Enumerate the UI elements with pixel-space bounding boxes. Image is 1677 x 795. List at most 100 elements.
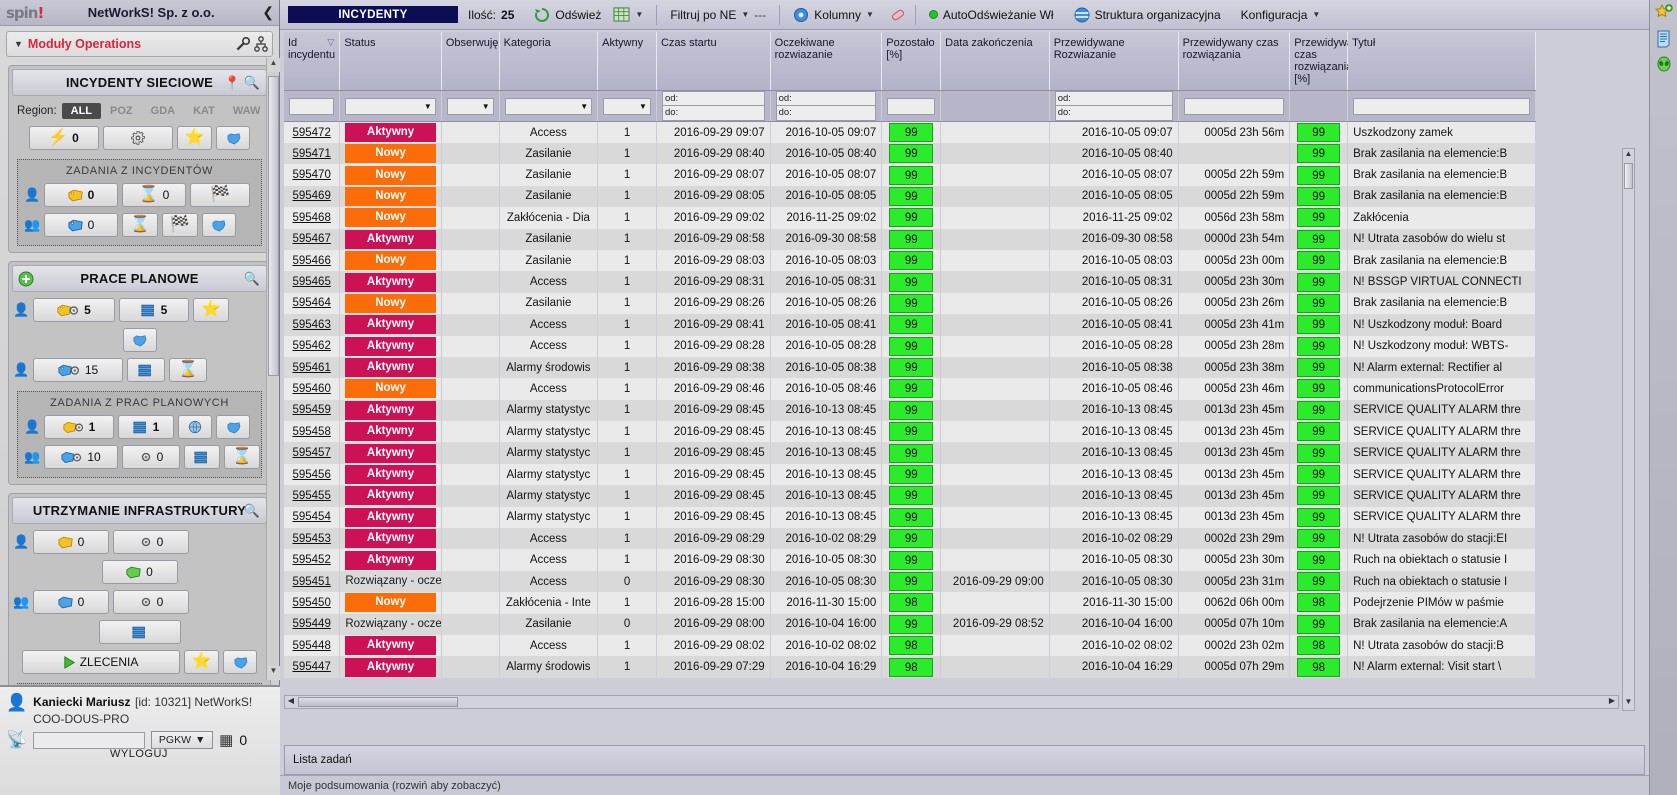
config-button[interactable]: Konfiguracja ▼ (1231, 8, 1331, 22)
region-tab-gda[interactable]: GDA (141, 103, 185, 119)
incident-id-link[interactable]: 595464 (292, 297, 330, 309)
table-row[interactable]: 595460 Nowy Access 1 2016-09-29 08:46 2016-10… (284, 378, 1536, 400)
table-row[interactable]: 595470 Nowy Zasilanie 1 2016-09-29 08:07 2016… (284, 164, 1536, 186)
incident-id-link[interactable]: 595447 (292, 661, 330, 673)
table-icon[interactable]: ▦ (219, 731, 233, 749)
incident-id-link[interactable]: 595468 (292, 212, 330, 224)
btn-infra-map[interactable] (223, 650, 258, 674)
scroll-thumb[interactable] (1624, 163, 1633, 189)
column-header-przew_pct[interactable]: Przewidywany czas rozwiązania [%] (1289, 32, 1365, 91)
btn-subprace-map[interactable] (216, 415, 250, 439)
btn-task-yellow-tag[interactable]: 0 (44, 183, 118, 207)
table-row[interactable]: 595466 Nowy Zasilanie 1 2016-09-29 08:03 2016… (284, 249, 1536, 272)
btn-incidents-map[interactable] (216, 126, 251, 150)
column-header-obs[interactable]: Obserwuję (441, 32, 500, 91)
btn-incidents-lightning[interactable]: ⚡ 0 (28, 126, 99, 150)
column-header-czas_startu[interactable]: Czas startu (656, 32, 771, 91)
cell-id[interactable]: 595468 (284, 207, 340, 229)
btn-zlecenia[interactable]: ZLECENIA (21, 650, 180, 674)
panel-header-prace[interactable]: PRACE PLANOWE 🔍 (12, 265, 267, 292)
scroll-up-arrow-icon[interactable]: ▲ (1623, 149, 1634, 162)
incident-id-link[interactable]: 595455 (292, 490, 330, 502)
column-header-status[interactable]: Status (339, 32, 442, 91)
cell-id[interactable]: 595449 (284, 613, 340, 635)
btn-task-hourglass[interactable]: ⌛ 0 (122, 183, 186, 207)
incident-id-link[interactable]: 595454 (292, 511, 330, 523)
table-row[interactable]: 595462 Aktywny Access 1 2016-09-29 08:28 2016… (284, 335, 1536, 357)
cell-id[interactable]: 595462 (284, 335, 340, 357)
map-pin-icon[interactable]: 📍 (224, 75, 240, 90)
table-row[interactable]: 595453 Aktywny Access 1 2016-09-29 08:29 2016… (284, 528, 1536, 550)
magnifier-icon[interactable]: 🔍 (244, 75, 260, 90)
btn-prace-map[interactable] (122, 328, 157, 352)
btn-prace-stack[interactable]: 5 (119, 298, 189, 322)
filter-input-pozostalo[interactable] (887, 97, 936, 115)
cell-id[interactable]: 595464 (284, 292, 340, 315)
incident-id-link[interactable]: 595460 (292, 383, 330, 395)
sidebar-collapse-icon[interactable]: ❮ (262, 4, 274, 21)
btn-infra-blue-tag[interactable]: 0 (33, 590, 109, 614)
btn-subprace-stack2[interactable] (184, 445, 220, 469)
sitemap-icon[interactable] (254, 36, 268, 52)
cell-id[interactable]: 595465 (284, 271, 340, 293)
refresh-button[interactable]: Odśwież (524, 7, 611, 23)
magnifier-icon[interactable]: 🔍 (244, 503, 260, 519)
scroll-left-arrow-icon[interactable]: ◀ (285, 696, 297, 708)
column-header-przew_rozw[interactable]: Przewidywane Rozwiazanie (1049, 32, 1179, 91)
table-row[interactable]: 595471 Nowy Zasilanie 1 2016-09-29 08:40 2016… (284, 143, 1536, 165)
table-horizontal-scrollbar[interactable]: ◀ ▶ (284, 695, 1619, 709)
btn-subprace-hourglass[interactable]: ⌛ (224, 445, 260, 469)
btn-infra-stack[interactable] (98, 620, 181, 644)
tasklist-bar[interactable]: Lista zadań (284, 745, 1645, 775)
panel-header-incydenty[interactable]: INCYDENTY SIECIOWE 📍 🔍 (12, 69, 267, 96)
column-header-aktywny[interactable]: Aktywny (597, 32, 657, 91)
modules-selector[interactable]: ▼ Moduły Operations ⟳ (6, 31, 298, 57)
column-header-pozostalo[interactable]: Pozostało [%] (881, 32, 942, 91)
table-row[interactable]: 595463 Aktywny Access 1 2016-09-29 08:41 2016… (284, 314, 1536, 336)
star-add-icon[interactable] (1654, 4, 1673, 22)
btn-subprace-stack[interactable]: 1 (118, 415, 174, 439)
btn-subprace-globe[interactable] (178, 415, 212, 439)
cell-id[interactable]: 595457 (284, 442, 340, 464)
table-row[interactable]: 595472 Aktywny Access 1 2016-09-29 09:07 2016… (284, 121, 1536, 143)
table-row[interactable]: 595464 Nowy Zasilanie 1 2016-09-29 08:26 2016… (284, 292, 1536, 315)
filter-range-from[interactable]: od: (775, 91, 877, 106)
cell-id[interactable]: 595461 (284, 356, 340, 379)
autorefresh-toggle[interactable]: AutoOdświeżanie Wł (919, 8, 1064, 22)
cell-id[interactable]: 595453 (284, 528, 340, 550)
cell-id[interactable]: 595471 (284, 143, 340, 165)
incident-id-link[interactable]: 595458 (292, 426, 330, 438)
column-header-id[interactable]: Id incydentu ▽ (284, 32, 341, 91)
pill-button[interactable] (884, 7, 912, 23)
btn-incidents-favorite[interactable]: ⭐ (176, 126, 213, 150)
org-structure-button[interactable]: Struktura organizacyjna (1064, 7, 1231, 23)
filter-input-tytul[interactable] (1353, 97, 1530, 115)
btn-group-blue-tag[interactable]: 0 (44, 213, 118, 237)
filter-range-from[interactable]: od: (1054, 91, 1173, 106)
table-row[interactable]: 595457 Aktywny Alarmy statystyc 1 2016-09-29… (284, 442, 1536, 464)
filter-ne-button[interactable]: Filtruj po NE ▼ --- (660, 8, 776, 22)
incident-id-link[interactable]: 595448 (292, 640, 330, 652)
note-icon[interactable] (1655, 30, 1673, 48)
region-tab-waw[interactable]: WAW (223, 103, 270, 119)
table-row[interactable]: 595447 Aktywny Alarmy środowis 1 2016-09-29 … (284, 656, 1536, 678)
incident-id-link[interactable]: 595449 (292, 618, 330, 630)
user-search-input[interactable] (33, 731, 146, 749)
scroll-thumb[interactable] (268, 76, 279, 376)
table-row[interactable]: 595450 Nowy Zakłócenia - Inte 1 2016-09-28 1… (284, 592, 1536, 614)
cell-id[interactable]: 595448 (284, 634, 340, 657)
btn-subprace-yellow-tag-gear[interactable]: 1 (44, 415, 114, 439)
cell-id[interactable]: 595466 (284, 249, 340, 272)
table-row[interactable]: 595454 Aktywny Alarmy statystyc 1 2016-09-29… (284, 506, 1536, 529)
btn-incidents-gear[interactable] (102, 126, 173, 150)
btn-subprace-gear[interactable]: 0 (122, 445, 180, 469)
filter-select-kategoria[interactable]: ▼ (504, 97, 593, 115)
cell-id[interactable]: 595472 (284, 121, 340, 143)
incident-id-link[interactable]: 595452 (292, 554, 330, 566)
column-header-kategoria[interactable]: Kategoria (499, 32, 599, 91)
region-tab-all[interactable]: ALL (61, 103, 102, 119)
cell-id[interactable]: 595456 (284, 463, 340, 486)
incident-id-link[interactable]: 595461 (292, 362, 330, 374)
table-row[interactable]: 595461 Aktywny Alarmy środowis 1 2016-09-29 … (284, 356, 1536, 379)
cell-id[interactable]: 595463 (284, 314, 340, 336)
